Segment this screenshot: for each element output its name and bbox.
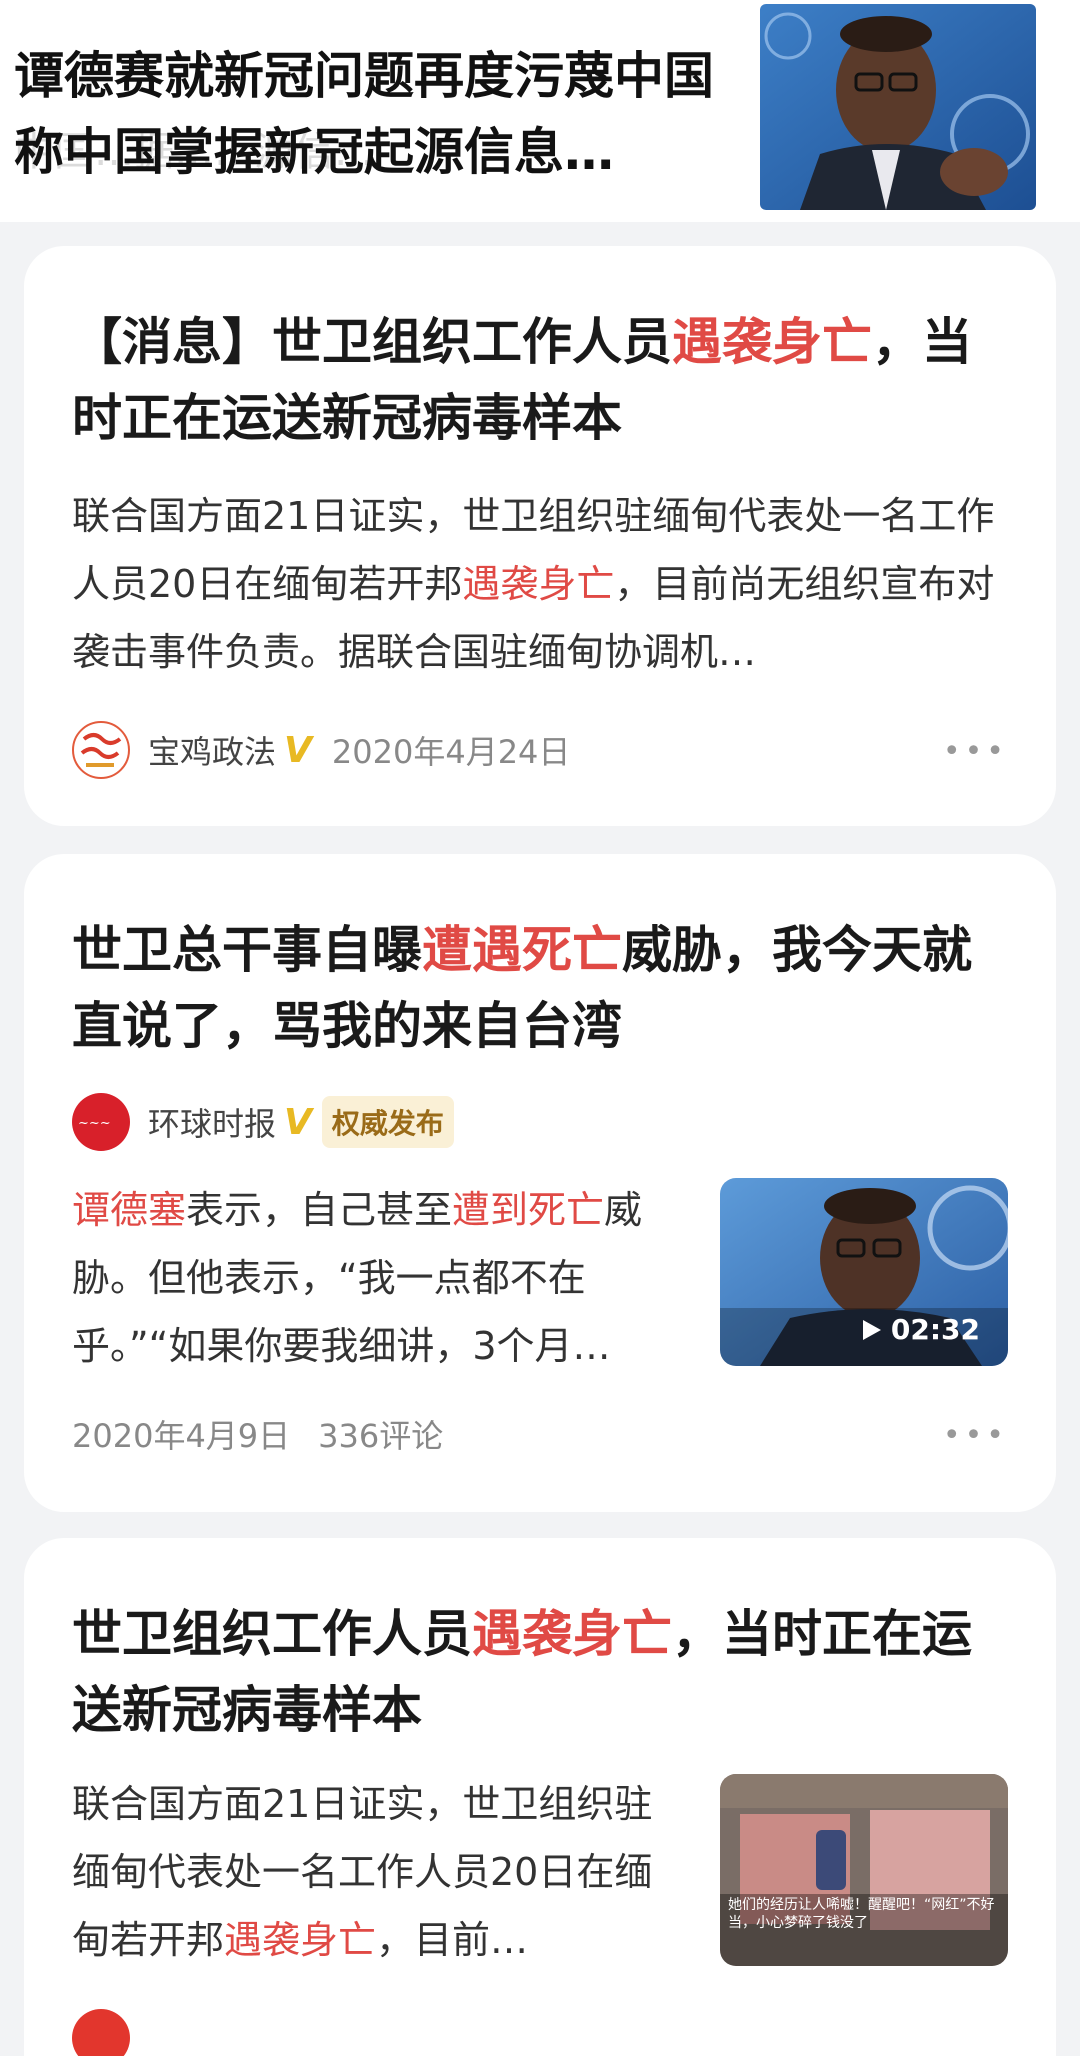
- card-title[interactable]: 世卫组织工作人员遇袭身亡，当时正在运送新冠病毒样本: [72, 1596, 1012, 1748]
- card-title[interactable]: 世卫总干事自曝遭遇死亡威胁，我今天就直说了，骂我的来自台湾: [72, 912, 1012, 1064]
- video-duration: 02:32: [861, 1313, 980, 1346]
- top-news-title[interactable]: 谭德赛就新冠问题再度污蔑中国 称中国掌握新冠起源信息…: [14, 38, 754, 190]
- top-title-line1: 谭德赛就新冠问题再度污蔑中国: [14, 47, 714, 105]
- authority-tag: 权威发布: [321, 1096, 454, 1148]
- more-icon[interactable]: •••: [943, 734, 1008, 769]
- svg-text:~~~: ~~~: [78, 1116, 111, 1131]
- card-snippet: 联合国方面21日证实，世卫组织驻缅甸代表处一名工作人员20日在缅甸若开邦遇袭身亡…: [72, 1782, 653, 1962]
- card-snippet: 联合国方面21日证实，世卫组织驻缅甸代表处一名工作人员20日在缅甸若开邦遇袭身亡…: [72, 494, 995, 674]
- more-icon[interactable]: •••: [943, 1418, 1008, 1453]
- news-card-1[interactable]: 【消息】世卫组织工作人员遇袭身亡，当时正在运送新冠病毒样本 联合国方面21日证实…: [24, 246, 1056, 826]
- source-name[interactable]: 宝鸡政法: [148, 727, 276, 773]
- news-card-3[interactable]: 世卫组织工作人员遇袭身亡，当时正在运送新冠病毒样本 联合国方面21日证实，世卫组…: [24, 1538, 1056, 2056]
- video-thumbnail[interactable]: 她们的经历让人唏嘘！醒醒吧！“网红”不好当，小心梦碎了钱没了: [720, 1774, 1008, 1966]
- verified-icon: V: [284, 1101, 312, 1143]
- card-meta: 2020年4月9日 336评论: [72, 1404, 443, 1464]
- top-title-line2: 称中国掌握新冠起源信息…: [14, 123, 614, 181]
- publish-date: 2020年4月24日: [331, 733, 571, 771]
- source-logo[interactable]: [72, 721, 130, 779]
- top-news-photo[interactable]: [760, 4, 1036, 210]
- top-news-banner[interactable]: 中国…据……源信… · 谭德赛就新冠问题再度污蔑中国 称中国掌握新冠起源信息…: [0, 0, 1080, 222]
- comment-count[interactable]: 336评论: [318, 1411, 443, 1457]
- source-name[interactable]: 环球时报: [148, 1099, 276, 1145]
- card-meta-partial: [72, 2008, 148, 2056]
- video-thumbnail[interactable]: 02:32: [720, 1178, 1008, 1366]
- card-source-row: ~~~ 环球时报 V 权威发布: [72, 1092, 454, 1152]
- card-meta: 宝鸡政法 V 2020年4月24日: [72, 720, 570, 780]
- source-logo[interactable]: [72, 2009, 130, 2056]
- card-snippet: 谭德塞表示，自己甚至遭到死亡威胁。但他表示，“我一点都不在乎。”“如果你要我细讲…: [72, 1188, 643, 1368]
- publish-date: 2020年4月9日: [72, 1417, 291, 1455]
- thumbnail-caption: 她们的经历让人唏嘘！醒醒吧！“网红”不好当，小心梦碎了钱没了: [728, 1897, 995, 1931]
- source-logo[interactable]: ~~~: [72, 1093, 130, 1151]
- verified-icon: V: [284, 729, 312, 771]
- card-title[interactable]: 【消息】世卫组织工作人员遇袭身亡，当时正在运送新冠病毒样本: [72, 304, 1012, 456]
- play-icon: [862, 1319, 881, 1340]
- news-card-2[interactable]: 世卫总干事自曝遭遇死亡威胁，我今天就直说了，骂我的来自台湾 ~~~ 环球时报 V…: [24, 854, 1056, 1512]
